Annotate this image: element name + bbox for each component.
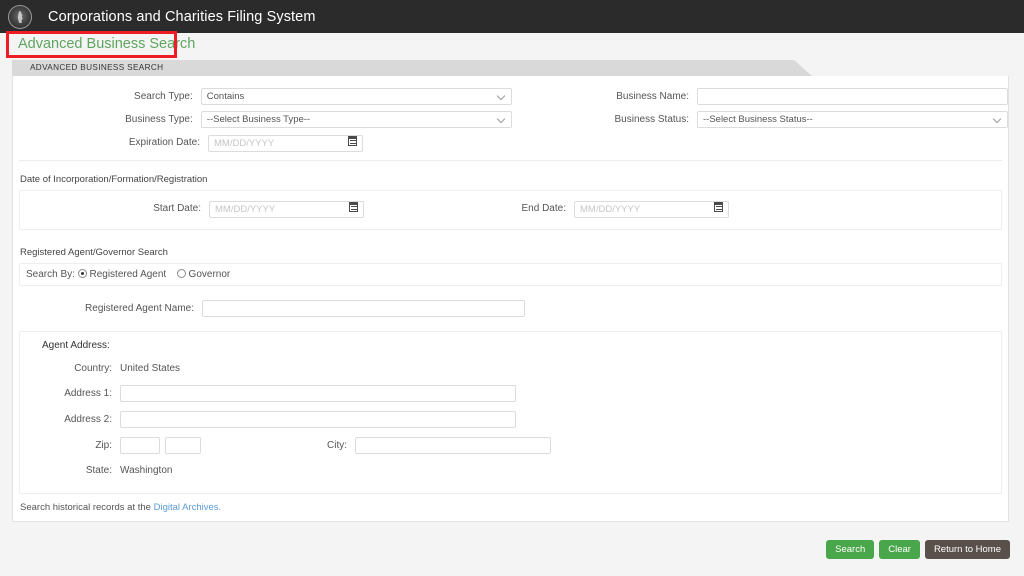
- address2-label: Address 2:: [20, 414, 112, 425]
- end-date-label: End Date:: [416, 203, 566, 214]
- action-button-bar: Search Clear Return to Home: [826, 540, 1010, 559]
- radio-registered-agent-label: Registered Agent: [89, 269, 166, 280]
- business-name-label: Business Name:: [545, 91, 689, 102]
- form-row-address1: Address 1:: [20, 382, 1001, 405]
- chevron-down-icon: [497, 114, 505, 122]
- country-label: Country:: [20, 363, 112, 374]
- form-row-business-type: Business Type: --Select Business Type-- …: [13, 108, 1008, 131]
- business-type-select[interactable]: --Select Business Type--: [201, 111, 512, 128]
- tab-label: ADVANCED BUSINESS SEARCH: [30, 63, 163, 72]
- form-row-country: Country: United States: [20, 357, 1001, 380]
- form-row-expiration-date: Expiration Date:: [13, 131, 1008, 154]
- digital-archives-link[interactable]: Digital Archives.: [154, 502, 222, 513]
- expiration-date-input[interactable]: [208, 135, 363, 152]
- page-title: Advanced Business Search: [14, 35, 199, 54]
- form-row-agent-name: Registered Agent Name:: [13, 297, 1008, 320]
- historical-records-note: Search historical records at the Digital…: [13, 494, 1008, 521]
- form-row-address2: Address 2:: [20, 408, 1001, 431]
- start-date-label: Start Date:: [20, 203, 201, 214]
- end-date-input[interactable]: [574, 201, 729, 218]
- calendar-icon[interactable]: [348, 136, 357, 146]
- search-form-panel: Search Type: Contains Business Name: Bus…: [12, 76, 1009, 522]
- zip-label: Zip:: [20, 440, 112, 451]
- business-name-input[interactable]: [697, 88, 1008, 105]
- page-title-bar: Advanced Business Search: [0, 33, 1024, 60]
- calendar-icon[interactable]: [714, 202, 723, 212]
- app-title: Corporations and Charities Filing System: [48, 9, 316, 25]
- form-row-incorporation-dates: Start Date: End Date:: [20, 197, 1001, 220]
- agent-name-input[interactable]: [202, 300, 525, 317]
- agent-name-label: Registered Agent Name:: [13, 303, 194, 314]
- search-type-select[interactable]: Contains: [201, 88, 512, 105]
- search-by-label: Search By:: [26, 269, 75, 280]
- address2-input[interactable]: [120, 411, 516, 428]
- state-seal-icon: [8, 5, 32, 29]
- form-row-search-type: Search Type: Contains Business Name:: [13, 85, 1008, 108]
- form-row-state: State: Washington: [20, 459, 1001, 482]
- radio-governor[interactable]: [177, 269, 186, 278]
- tab-advanced-business-search[interactable]: ADVANCED BUSINESS SEARCH: [12, 60, 812, 76]
- address1-input[interactable]: [120, 385, 516, 402]
- app-header: Corporations and Charities Filing System: [0, 0, 1024, 33]
- clear-button[interactable]: Clear: [879, 540, 920, 559]
- business-status-value: --Select Business Status--: [703, 114, 813, 125]
- zip-extension-input[interactable]: [165, 437, 201, 454]
- business-type-label: Business Type:: [13, 114, 193, 125]
- search-button[interactable]: Search: [826, 540, 874, 559]
- agent-search-section-caption: Registered Agent/Governor Search: [13, 241, 1008, 263]
- city-input[interactable]: [355, 437, 551, 454]
- return-to-home-button[interactable]: Return to Home: [925, 540, 1010, 559]
- state-value: Washington: [120, 465, 172, 476]
- tab-strip: ADVANCED BUSINESS SEARCH: [0, 60, 1024, 76]
- search-type-label: Search Type:: [13, 91, 193, 102]
- zip-input[interactable]: [120, 437, 160, 454]
- start-date-input[interactable]: [209, 201, 364, 218]
- calendar-icon[interactable]: [349, 202, 358, 212]
- historical-records-text: Search historical records at the: [20, 502, 154, 513]
- agent-address-caption: Agent Address:: [20, 340, 1001, 357]
- business-type-value: --Select Business Type--: [207, 114, 310, 125]
- business-status-label: Business Status:: [545, 114, 689, 125]
- state-label: State:: [20, 465, 112, 476]
- agent-address-fieldset: Agent Address: Country: United States Ad…: [19, 331, 1002, 494]
- business-status-select[interactable]: --Select Business Status--: [697, 111, 1008, 128]
- address1-label: Address 1:: [20, 388, 112, 399]
- chevron-down-icon: [993, 114, 1001, 122]
- chevron-down-icon: [497, 91, 505, 99]
- incorporation-section-caption: Date of Incorporation/Formation/Registra…: [13, 168, 1008, 190]
- form-row-zip-city: Zip: City:: [20, 434, 1001, 457]
- search-type-value: Contains: [207, 91, 245, 102]
- radio-governor-label: Governor: [189, 269, 231, 280]
- country-value: United States: [120, 363, 180, 374]
- city-label: City:: [287, 440, 347, 451]
- agent-search-radio-fieldset: Search By: Registered Agent Governor: [19, 263, 1002, 286]
- incorporation-fieldset: Start Date: End Date:: [19, 190, 1002, 230]
- radio-registered-agent[interactable]: [78, 269, 87, 278]
- expiration-date-label: Expiration Date:: [13, 137, 200, 148]
